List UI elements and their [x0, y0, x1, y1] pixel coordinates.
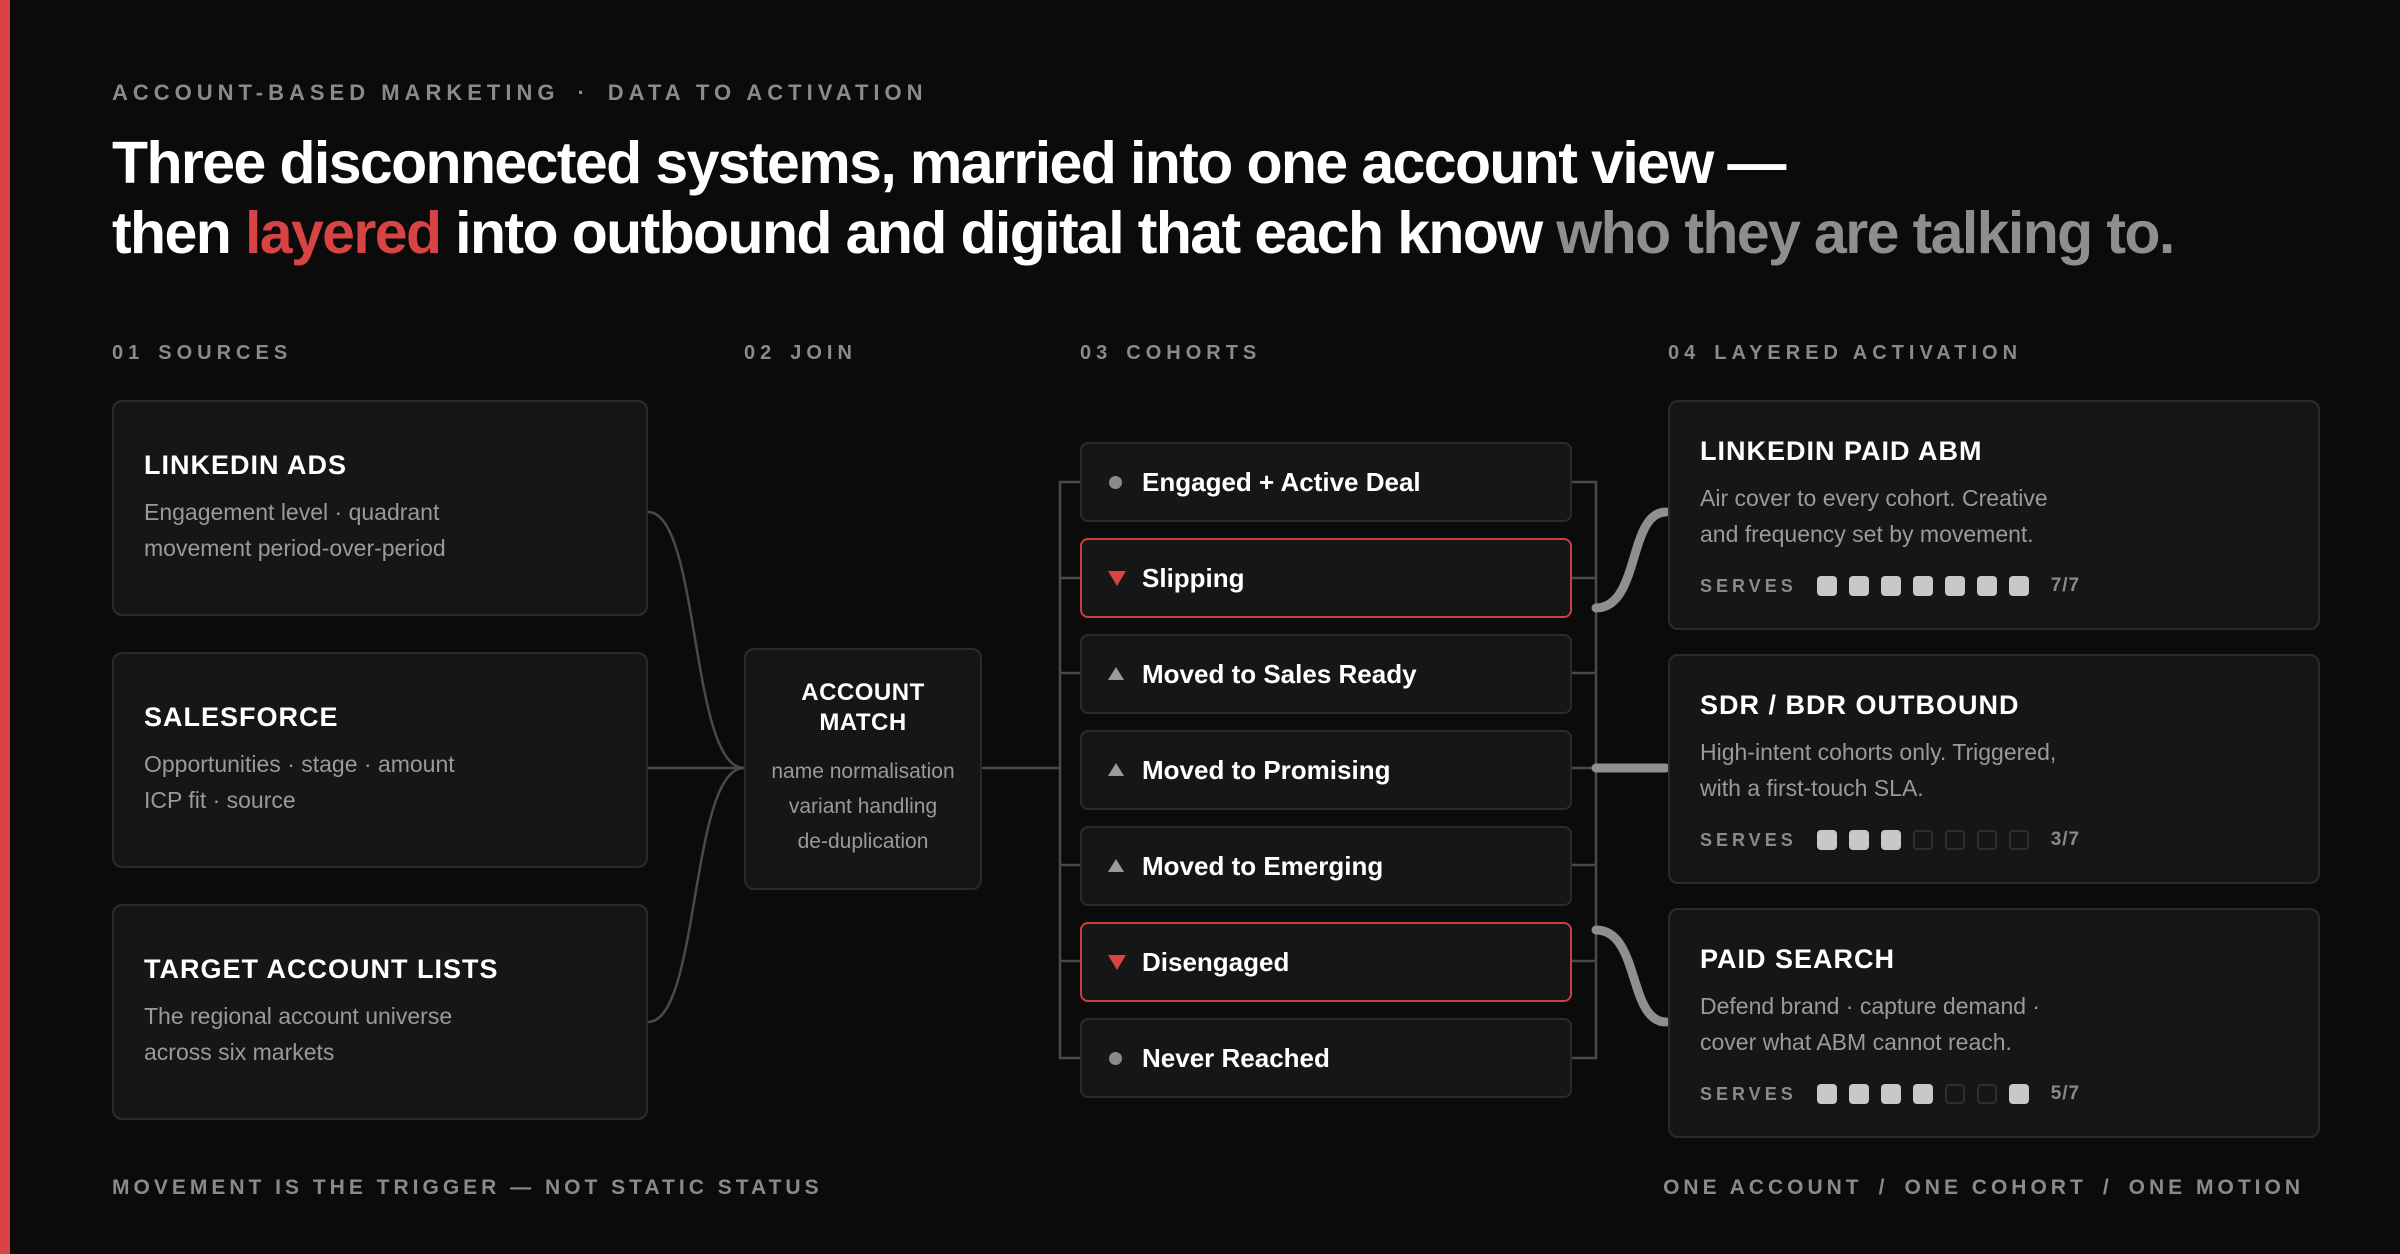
serves-pip-filled: [1816, 830, 1837, 850]
cohort-label: Slipping: [1142, 563, 1245, 593]
dot-icon: [1109, 476, 1122, 489]
cohort-label: Moved to Sales Ready: [1142, 659, 1417, 689]
serves-pip-filled: [1880, 576, 1901, 596]
connector-to-linkedin-abm: [1591, 507, 1671, 613]
serves-pip-empty: [1944, 1084, 1965, 1104]
cohort-never-reached: Never Reached: [1080, 1018, 1572, 1098]
activation-desc: Air cover to every cohort. Creative and f…: [1700, 485, 2048, 547]
triangle-up-icon: [1108, 859, 1124, 872]
cohort-label: Moved to Emerging: [1142, 851, 1384, 881]
cohort-disengaged: Disengaged: [1080, 922, 1572, 1002]
cohort-moved-to-sales-ready: Moved to Sales Ready: [1080, 634, 1572, 714]
source-title: LINKEDIN ADS: [144, 450, 348, 480]
serves-count: 5/7: [2050, 1083, 2081, 1104]
source-title: SALESFORCE: [144, 702, 339, 732]
serves-pips: [1816, 830, 2041, 850]
footer-left: MOVEMENT IS THE TRIGGER — NOT STATIC STA…: [112, 1176, 823, 1199]
activation-title: LINKEDIN PAID ABM: [1700, 436, 1983, 466]
serves-pip-filled: [1976, 576, 1997, 596]
activation-title: PAID SEARCH: [1700, 944, 1896, 974]
activation-title: SDR / BDR OUTBOUND: [1700, 690, 2020, 720]
cohort-tick-left: [1058, 576, 1082, 963]
connector-to-paid-search: [1591, 925, 1671, 1027]
source-card-salesforce: SALESFORCE Opportunities · stage · amoun…: [112, 652, 648, 868]
dot-icon: [1109, 1052, 1122, 1065]
footer-right: ONE ACCOUNT / ONE COHORT / ONE MOTION: [1663, 1176, 2304, 1199]
cohort-engaged-active-deal: Engaged + Active Deal: [1080, 442, 1572, 522]
serves-pips: [1816, 576, 2041, 596]
source-desc: The regional account universe across six …: [144, 1003, 453, 1065]
serves-pip-empty: [2008, 830, 2029, 850]
cohort-label: Never Reached: [1142, 1043, 1330, 1073]
triangle-up-icon: [1108, 667, 1124, 680]
serves-pip-filled: [1912, 576, 1933, 596]
serves-meter: SERVES 3/7: [1700, 829, 2081, 850]
activation-card-sdr-bdr-outbound: SDR / BDR OUTBOUND High-intent cohorts o…: [1668, 654, 2320, 884]
activation-desc: Defend brand · capture demand · cover wha…: [1700, 993, 2041, 1055]
serves-pip-empty: [1912, 830, 1933, 850]
activation-card-linkedin-paid-abm: LINKEDIN PAID ABM Air cover to every coh…: [1668, 400, 2320, 630]
account-match-desc: name normalisation variant handling de-dup…: [771, 760, 955, 853]
triangle-up-icon: [1108, 763, 1124, 776]
serves-pip-filled: [1944, 576, 1965, 596]
source-card-target-account-lists: TARGET ACCOUNT LISTS The regional accoun…: [112, 904, 648, 1120]
serves-meter: SERVES 5/7: [1700, 1083, 2081, 1104]
cohort-label: Disengaged: [1142, 947, 1290, 977]
serves-pips: [1816, 1084, 2041, 1104]
serves-pip-filled: [1848, 576, 1869, 596]
serves-pip-filled: [2008, 1084, 2029, 1104]
serves-pip-empty: [1976, 830, 1997, 850]
serves-count: 3/7: [2050, 829, 2081, 850]
serves-pip-empty: [1976, 1084, 1997, 1104]
cohort-moved-to-promising: Moved to Promising: [1080, 730, 1572, 810]
serves-pip-filled: [1848, 1084, 1869, 1104]
triangle-down-icon: [1108, 955, 1126, 970]
connector-lists-to-match: [646, 766, 746, 1024]
triangle-down-icon: [1108, 571, 1126, 586]
source-card-linkedin-ads: LINKEDIN ADS Engagement level · quadrant…: [112, 400, 648, 616]
cohort-label: Moved to Promising: [1142, 755, 1391, 785]
account-match-title: ACCOUNT MATCH: [801, 679, 925, 736]
serves-pip-filled: [1912, 1084, 1933, 1104]
source-desc: Opportunities · stage · amount ICP fit · …: [144, 751, 455, 813]
serves-pip-filled: [1848, 830, 1869, 850]
connector-linkedin-to-match: [646, 510, 746, 770]
activation-desc: High-intent cohorts only. Triggered, with…: [1700, 739, 2057, 801]
cohort-moved-to-emerging: Moved to Emerging: [1080, 826, 1572, 906]
serves-count: 7/7: [2050, 575, 2081, 596]
source-title: TARGET ACCOUNT LISTS: [144, 954, 499, 984]
serves-pip-filled: [1880, 1084, 1901, 1104]
cohort-label: Engaged + Active Deal: [1142, 467, 1421, 497]
serves-pip-filled: [1816, 1084, 1837, 1104]
account-match-card: ACCOUNT MATCH name normalisation variant h…: [744, 648, 982, 890]
cohort-bracket-left: [1058, 480, 1082, 1060]
serves-meter: SERVES 7/7: [1700, 575, 2081, 596]
activation-card-paid-search: PAID SEARCH Defend brand · capture deman…: [1668, 908, 2320, 1138]
serves-pip-empty: [1944, 830, 1965, 850]
serves-pip-filled: [1816, 576, 1837, 596]
source-desc: Engagement level · quadrant movement peri…: [144, 499, 446, 561]
serves-pip-filled: [1880, 830, 1901, 850]
cohort-slipping: Slipping: [1080, 538, 1572, 618]
serves-pip-filled: [2008, 576, 2029, 596]
